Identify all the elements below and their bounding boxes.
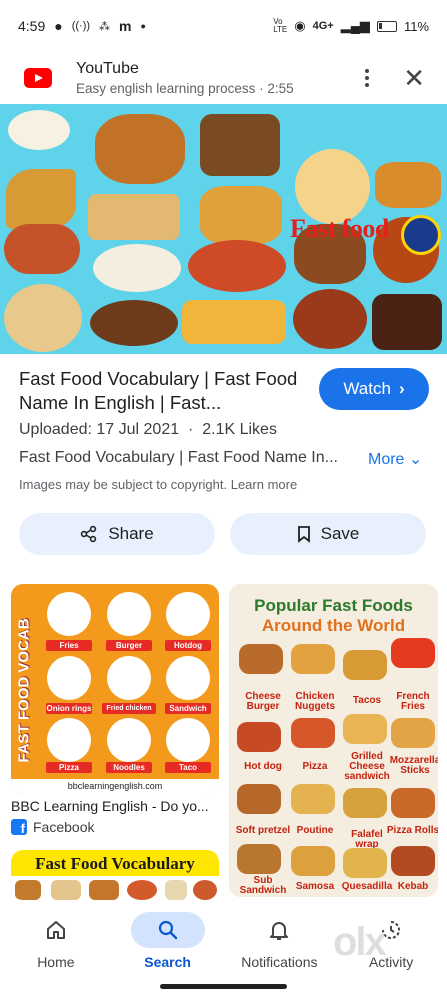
share-label: Share — [108, 524, 154, 543]
food-label: Sub Sandwich — [239, 875, 287, 896]
hero-title: Fast food — [290, 214, 389, 243]
food-label: Pizza — [46, 762, 92, 773]
wifi-icon: ◉ — [294, 18, 306, 33]
food-label: Soft pretzel — [235, 825, 291, 836]
home-icon — [46, 921, 65, 939]
channel-badge-logo — [401, 215, 441, 255]
battery-icon — [376, 20, 397, 32]
save-label: Save — [320, 524, 360, 543]
watch-label: Watch — [343, 379, 391, 398]
related-image-2[interactable]: Popular Fast Foods Around the World Chee… — [229, 584, 438, 897]
related-image-1[interactable]: FAST FOOD VOCAB Fries Burger Hotdog Onio… — [11, 584, 219, 793]
food-label: Fries — [46, 640, 92, 651]
share-icon — [81, 525, 97, 543]
facebook-icon: f — [11, 819, 27, 835]
nav-home[interactable]: Home — [0, 900, 112, 1000]
food-label: Taco — [165, 762, 211, 773]
food-label: Fried chicken — [102, 703, 156, 714]
network-type: 4G+ — [312, 20, 334, 32]
food-label: Kebab — [397, 881, 429, 892]
food-label: Chicken Nuggets — [295, 691, 335, 712]
food-label: Sandwich — [165, 703, 211, 714]
related-title-1[interactable]: BBC Learning English - Do yo... — [11, 798, 219, 814]
bookmark-icon — [297, 526, 310, 543]
search-icon — [158, 920, 177, 940]
food-label: Cheese Burger — [245, 691, 281, 712]
cell-signal-icon: ▂▄▆ — [340, 18, 370, 33]
more-link[interactable]: More ⌄ — [368, 449, 422, 469]
upload-meta: Uploaded: 17 Jul 2021 · 2.1K Likes — [19, 421, 277, 438]
vocab-side-text: FAST FOOD VOCAB — [15, 618, 33, 763]
food-label: Hotdog — [165, 640, 211, 651]
food-label: Hot dog — [244, 761, 282, 772]
more-vert-icon[interactable] — [365, 69, 370, 87]
nav-label: Home — [37, 954, 75, 970]
m-icon: m — [119, 18, 132, 34]
signal-icon: ((·)) — [71, 20, 91, 32]
source-name: Facebook — [33, 819, 95, 835]
food-label: Pizza Rolls — [386, 825, 438, 836]
youtube-logo-icon — [24, 68, 52, 88]
nav-label: Search — [144, 954, 191, 970]
bell-icon — [270, 922, 289, 940]
food-label: Pizza — [302, 761, 328, 772]
chevron-right-icon: › — [398, 379, 405, 398]
food-label: Poutine — [296, 825, 334, 836]
source-subtitle: Easy english learning process · 2:55 — [76, 81, 294, 96]
dots-icon: ⁂ — [99, 20, 111, 33]
chevron-down-icon: ⌄ — [408, 451, 423, 468]
result-title[interactable]: Fast Food Vocabulary | Fast Food Name In… — [19, 367, 309, 415]
food-label: Burger — [106, 640, 152, 651]
source-header: YouTube Easy english learning process · … — [0, 52, 447, 104]
related-image-3[interactable]: Fast Food Vocabulary — [11, 850, 219, 900]
hero-image[interactable]: Fast food — [0, 104, 447, 354]
related-source-1[interactable]: f Facebook — [11, 819, 94, 835]
battery-level: 11% — [403, 18, 429, 34]
status-time: 4:59 — [18, 18, 46, 34]
ffv-banner-title: Fast Food Vocabulary — [11, 854, 219, 876]
chat-icon: ● — [54, 18, 63, 34]
close-icon[interactable]: ✕ — [403, 65, 425, 91]
food-label: Onion rings — [46, 703, 92, 714]
popular-title-line2: Around the World — [261, 616, 406, 635]
save-button[interactable]: Save — [230, 513, 426, 555]
food-label: Mozzarella Sticks — [389, 755, 438, 776]
nav-label: Notifications — [241, 954, 318, 970]
food-label: Samosa — [295, 881, 335, 892]
dot-icon: ● — [140, 21, 146, 31]
more-label: More — [368, 451, 405, 468]
source-title: YouTube — [76, 60, 139, 77]
food-label: Noodles — [106, 762, 152, 773]
popular-title-line1: Popular Fast Foods — [254, 596, 413, 615]
gesture-home-bar[interactable] — [160, 984, 287, 989]
olx-watermark-logo: olx — [333, 920, 387, 964]
share-button[interactable]: Share — [19, 513, 215, 555]
result-description: Fast Food Vocabulary | Fast Food Name In… — [19, 449, 338, 466]
status-bar: 4:59 ● ((·)) ⁂ m ● Vo LTE ◉ 4G+ ▂▄▆ 11% — [0, 0, 447, 52]
volte-icon: Vo LTE — [273, 17, 288, 34]
copyright-notice[interactable]: Images may be subject to copyright. Lear… — [19, 477, 297, 492]
popular-title: Popular Fast Foods Around the World — [229, 596, 438, 636]
food-label: French Fries — [396, 691, 430, 712]
image-footer: bbclearningenglish.com — [11, 779, 219, 793]
watch-button[interactable]: Watch › — [319, 368, 429, 410]
